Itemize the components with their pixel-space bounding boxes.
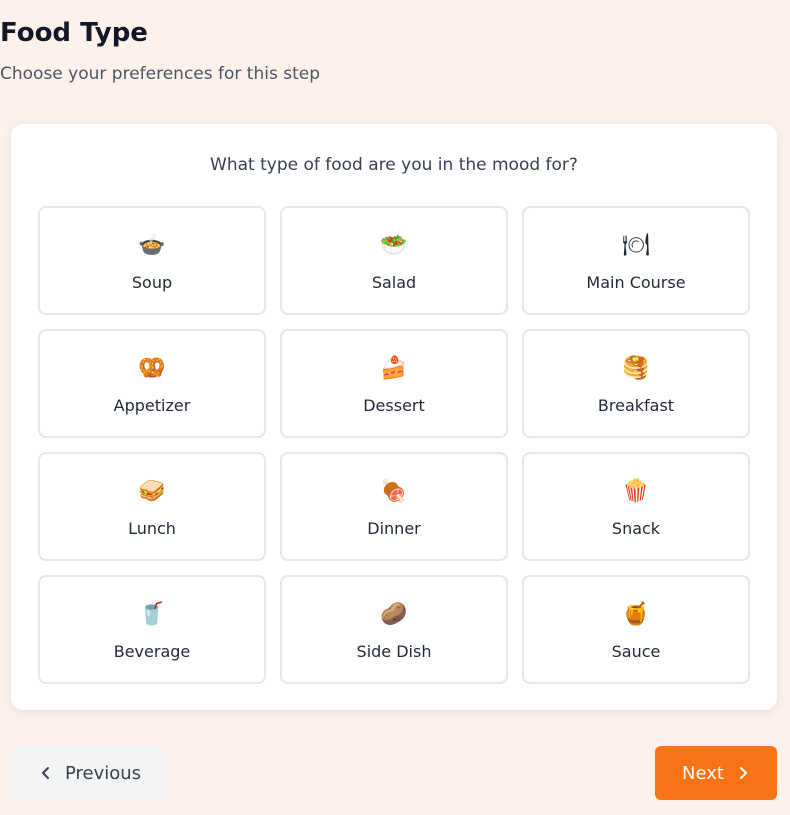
option-breakfast[interactable]: 🥞 Breakfast xyxy=(522,329,750,438)
option-lunch[interactable]: 🥪 Lunch xyxy=(38,452,266,561)
soup-icon: 🍲 xyxy=(138,233,166,258)
option-appetizer[interactable]: 🥨 Appetizer xyxy=(38,329,266,438)
previous-button[interactable]: Previous xyxy=(12,746,168,800)
option-main-course[interactable]: 🍽 Main Course xyxy=(522,206,750,315)
option-label: Lunch xyxy=(128,519,176,538)
chevron-right-icon xyxy=(739,767,747,779)
option-dinner[interactable]: 🍖 Dinner xyxy=(280,452,508,561)
question-card: What type of food are you in the mood fo… xyxy=(11,124,777,710)
option-label: Dessert xyxy=(363,396,425,415)
page-subtitle: Choose your preferences for this step xyxy=(0,64,320,84)
potato-icon: 🥔 xyxy=(380,602,408,627)
option-label: Dinner xyxy=(367,519,421,538)
popcorn-icon: 🍿 xyxy=(622,479,650,504)
option-sauce[interactable]: 🍯 Sauce xyxy=(522,575,750,684)
sandwich-icon: 🥪 xyxy=(138,479,166,504)
option-side-dish[interactable]: 🥔 Side Dish xyxy=(280,575,508,684)
salad-icon: 🥗 xyxy=(380,233,408,258)
option-label: Salad xyxy=(371,273,417,292)
option-beverage[interactable]: 🥤 Beverage xyxy=(38,575,266,684)
question-text: What type of food are you in the mood fo… xyxy=(210,155,578,175)
sauce-pot-icon: 🍯 xyxy=(622,602,650,627)
chevron-left-icon xyxy=(41,767,49,779)
option-dessert[interactable]: 🍰 Dessert xyxy=(280,329,508,438)
next-label: Next xyxy=(682,762,724,784)
pancakes-icon: 🥞 xyxy=(622,356,650,381)
next-button[interactable]: Next xyxy=(655,746,777,800)
option-label: Soup xyxy=(131,273,173,292)
cup-icon: 🥤 xyxy=(138,602,166,627)
option-label: Breakfast xyxy=(597,396,675,415)
option-label: Sauce xyxy=(611,642,661,661)
option-label: Snack xyxy=(611,519,661,538)
option-snack[interactable]: 🍿 Snack xyxy=(522,452,750,561)
option-soup[interactable]: 🍲 Soup xyxy=(38,206,266,315)
pretzel-icon: 🥨 xyxy=(138,356,166,381)
option-label: Main Course xyxy=(586,273,686,292)
option-label: Beverage xyxy=(113,642,191,661)
plate-icon: 🍽 xyxy=(622,233,650,258)
cake-icon: 🍰 xyxy=(380,356,408,381)
option-label: Side Dish xyxy=(356,642,432,661)
page-title: Food Type xyxy=(0,18,148,48)
previous-label: Previous xyxy=(64,762,142,784)
option-salad[interactable]: 🥗 Salad xyxy=(280,206,508,315)
option-label: Appetizer xyxy=(113,396,191,415)
meat-icon: 🍖 xyxy=(380,479,408,504)
options-grid: 🍲 Soup 🥗 Salad 🍽 Main Course 🥨 Appetizer… xyxy=(38,206,750,684)
